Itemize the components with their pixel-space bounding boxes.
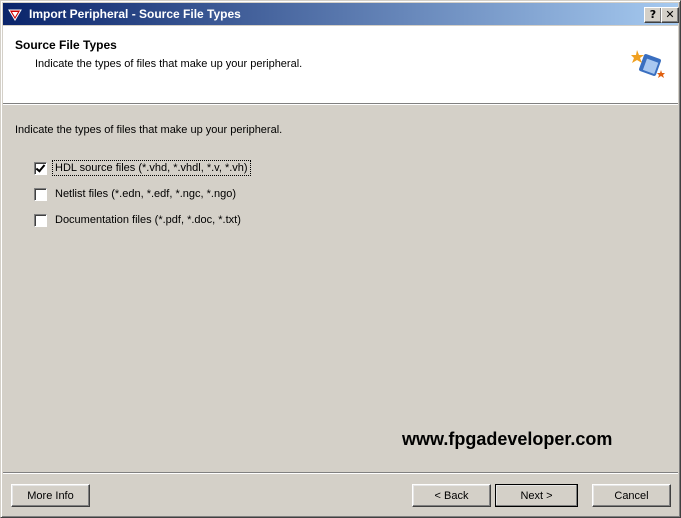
option-netlist[interactable]: Netlist files (*.edn, *.edf, *.ngc, *.ng… xyxy=(34,187,238,201)
title-bar[interactable]: Import Peripheral - Source File Types ? … xyxy=(3,3,679,25)
header-divider xyxy=(3,103,678,105)
footer-divider xyxy=(3,472,678,474)
back-button[interactable]: < Back xyxy=(412,484,491,507)
cancel-button[interactable]: Cancel xyxy=(592,484,671,507)
page-subtitle: Indicate the types of files that make up… xyxy=(35,58,303,70)
watermark: www.fpgadeveloper.com xyxy=(402,429,613,449)
documentation-label[interactable]: Documentation files (*.pdf, *.doc, *.txt… xyxy=(53,213,243,227)
help-button[interactable]: ? xyxy=(644,7,662,23)
option-documentation[interactable]: Documentation files (*.pdf, *.doc, *.txt… xyxy=(34,213,243,227)
page-title: Source File Types xyxy=(15,38,117,52)
documentation-checkbox[interactable] xyxy=(34,213,47,227)
close-button[interactable]: ✕ xyxy=(661,7,679,23)
app-icon xyxy=(8,9,22,21)
netlist-label[interactable]: Netlist files (*.edn, *.edf, *.ngc, *.ng… xyxy=(53,187,238,201)
wizard-header: Source File Types Indicate the types of … xyxy=(3,26,678,103)
hdl-source-checkbox[interactable] xyxy=(34,161,47,175)
more-info-button[interactable]: More Info xyxy=(11,484,90,507)
wizard-window: Import Peripheral - Source File Types ? … xyxy=(0,0,681,518)
wizard-wand-icon xyxy=(631,50,665,78)
option-hdl-source[interactable]: HDL source files (*.vhd, *.vhdl, *.v, *.… xyxy=(34,160,251,176)
next-button[interactable]: Next > xyxy=(495,484,578,507)
hdl-source-label[interactable]: HDL source files (*.vhd, *.vhdl, *.v, *.… xyxy=(52,160,251,176)
netlist-checkbox[interactable] xyxy=(34,187,47,201)
window-title: Import Peripheral - Source File Types xyxy=(29,7,241,21)
instructions-text: Indicate the types of files that make up… xyxy=(15,124,283,136)
